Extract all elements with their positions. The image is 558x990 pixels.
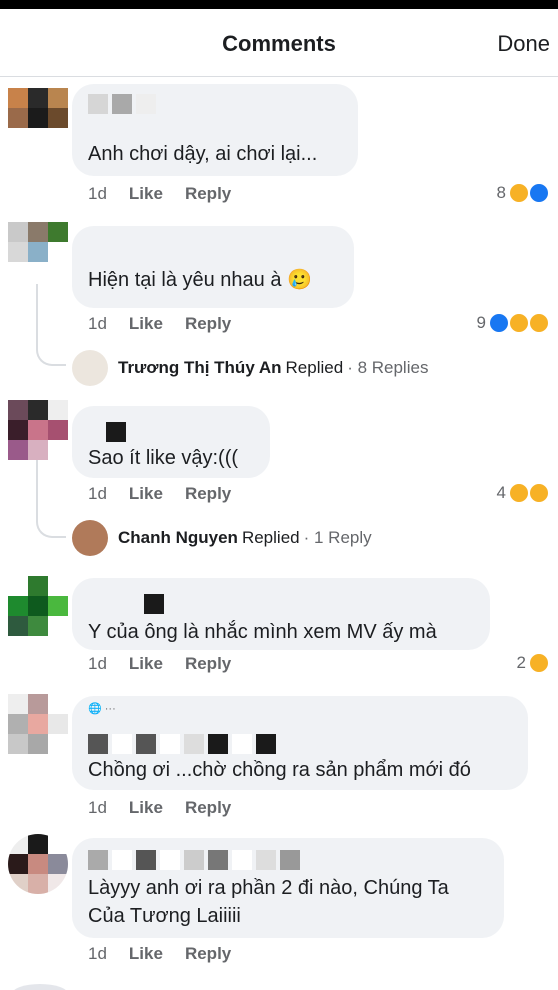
- avatar[interactable]: [8, 834, 68, 894]
- thread-connector: [36, 518, 66, 538]
- like-button[interactable]: Like: [129, 798, 163, 818]
- reaction-count: 4: [496, 483, 506, 502]
- thread-line: [36, 460, 38, 518]
- comment-item: Hiện tại là yêu nhau à 🥲 1d Like Reply 9…: [0, 218, 558, 388]
- avatar[interactable]: [8, 694, 68, 754]
- replier-name: Trương Thị Thúy An: [118, 358, 282, 377]
- sad-icon: [528, 312, 550, 334]
- comments-header: Comments Done: [0, 9, 558, 77]
- comment-item: Sao ít like vậy:((( 1d Like Reply 4 Chan…: [0, 390, 558, 560]
- like-button[interactable]: Like: [129, 944, 163, 964]
- comment-meta: 1d Like Reply: [88, 314, 231, 334]
- comment-bubble[interactable]: Y của ông là nhắc mình xem MV ấy mà: [72, 578, 490, 650]
- haha-icon: [508, 482, 530, 504]
- like-button[interactable]: Like: [129, 654, 163, 674]
- reaction-count: 2: [516, 653, 526, 672]
- redacted-name: [88, 94, 156, 114]
- avatar[interactable]: [8, 222, 68, 282]
- comment-text: Chồng ơi ...chờ chồng ra sản phẩm mới đó: [88, 759, 471, 781]
- reactions[interactable]: 2: [517, 652, 550, 674]
- reply-button[interactable]: Reply: [185, 654, 231, 674]
- comment-bubble[interactable]: 🌐 ··· Chồng ơi ...chờ chồng ra sản phẩm …: [72, 696, 528, 790]
- comment-meta: 1d Like Reply: [88, 944, 231, 964]
- comment-meta: 1d Like Reply: [88, 798, 231, 818]
- avatar[interactable]: [8, 88, 68, 148]
- redacted-name: [106, 422, 126, 442]
- comment-time: 1d: [88, 314, 107, 333]
- done-button[interactable]: Done: [497, 31, 550, 57]
- haha-icon: [508, 182, 530, 204]
- comment-item: Anh chơi dậy, ai chơi lại... 1d Like Rep…: [0, 78, 558, 218]
- reaction-count: 9: [476, 313, 486, 332]
- replier-avatar: [72, 350, 108, 386]
- comment-meta: 1d Like Reply: [88, 654, 231, 674]
- like-button[interactable]: Like: [129, 484, 163, 504]
- comment-bubble[interactable]: Anh chơi dậy, ai chơi lại...: [72, 84, 358, 176]
- view-replies[interactable]: Chanh Nguyen Replied · 1 Reply: [72, 520, 372, 556]
- reply-button[interactable]: Reply: [185, 184, 231, 204]
- comment-text: Hiện tại là yêu nhau à 🥲: [88, 269, 312, 291]
- reply-count: · 1 Reply: [303, 528, 372, 547]
- sad-icon: [528, 482, 550, 504]
- comment-meta: 1d Like Reply: [88, 184, 231, 204]
- comment-bubble[interactable]: Hiện tại là yêu nhau à 🥲: [72, 226, 354, 308]
- reply-count: · 8 Replies: [347, 358, 429, 377]
- comment-text: Anh chơi dậy, ai chơi lại...: [88, 143, 318, 165]
- comment-bubble[interactable]: Sao ít like vậy:(((: [72, 406, 270, 478]
- like-button[interactable]: Like: [129, 184, 163, 204]
- comment-text: Sao ít like vậy:(((: [88, 447, 239, 469]
- comment-item: 🌐 ··· Chồng ơi ...chờ chồng ra sản phẩm …: [0, 690, 558, 830]
- replied-label: Replied: [241, 528, 300, 547]
- haha-icon: [528, 652, 550, 674]
- reply-button[interactable]: Reply: [185, 944, 231, 964]
- comment-item: Làyyy anh ơi ra phần 2 đi nào, Chúng Ta …: [0, 830, 558, 990]
- haha-icon: [508, 312, 530, 334]
- comment-text: Y của ông là nhắc mình xem MV ấy mà: [88, 621, 437, 643]
- like-icon: [488, 312, 510, 334]
- top-fan-badge: 🌐 ···: [88, 703, 116, 715]
- comment-item: Y của ông là nhắc mình xem MV ấy mà 1d L…: [0, 570, 558, 690]
- reactions[interactable]: 9: [477, 312, 550, 334]
- redacted-name: [144, 594, 164, 614]
- replier-name: Chanh Nguyen: [118, 528, 238, 547]
- thread-line: [36, 284, 38, 346]
- comment-time: 1d: [88, 484, 107, 503]
- comment-text: Làyyy anh ơi ra phần 2 đi nào, Chúng Ta …: [88, 877, 449, 927]
- view-replies[interactable]: Trương Thị Thúy An Replied · 8 Replies: [72, 350, 428, 386]
- status-bar: [0, 0, 558, 9]
- redacted-name: [88, 734, 276, 754]
- reply-button[interactable]: Reply: [185, 314, 231, 334]
- reactions[interactable]: 8: [497, 182, 550, 204]
- comment-time: 1d: [88, 944, 107, 963]
- comment-bubble[interactable]: Làyyy anh ơi ra phần 2 đi nào, Chúng Ta …: [72, 838, 504, 938]
- reply-button[interactable]: Reply: [185, 484, 231, 504]
- replier-avatar: [72, 520, 108, 556]
- avatar[interactable]: [8, 400, 68, 460]
- comment-time: 1d: [88, 798, 107, 817]
- reactions[interactable]: 4: [497, 482, 550, 504]
- redacted-name: [88, 850, 300, 870]
- like-button[interactable]: Like: [129, 314, 163, 334]
- comment-meta: 1d Like Reply: [88, 484, 231, 504]
- reply-button[interactable]: Reply: [185, 798, 231, 818]
- avatar[interactable]: [8, 576, 68, 636]
- page-title: Comments: [222, 31, 336, 56]
- thread-connector: [36, 346, 66, 366]
- comment-time: 1d: [88, 654, 107, 673]
- comment-time: 1d: [88, 184, 107, 203]
- replied-label: Replied: [285, 358, 344, 377]
- reaction-count: 8: [496, 183, 506, 202]
- like-icon: [528, 182, 550, 204]
